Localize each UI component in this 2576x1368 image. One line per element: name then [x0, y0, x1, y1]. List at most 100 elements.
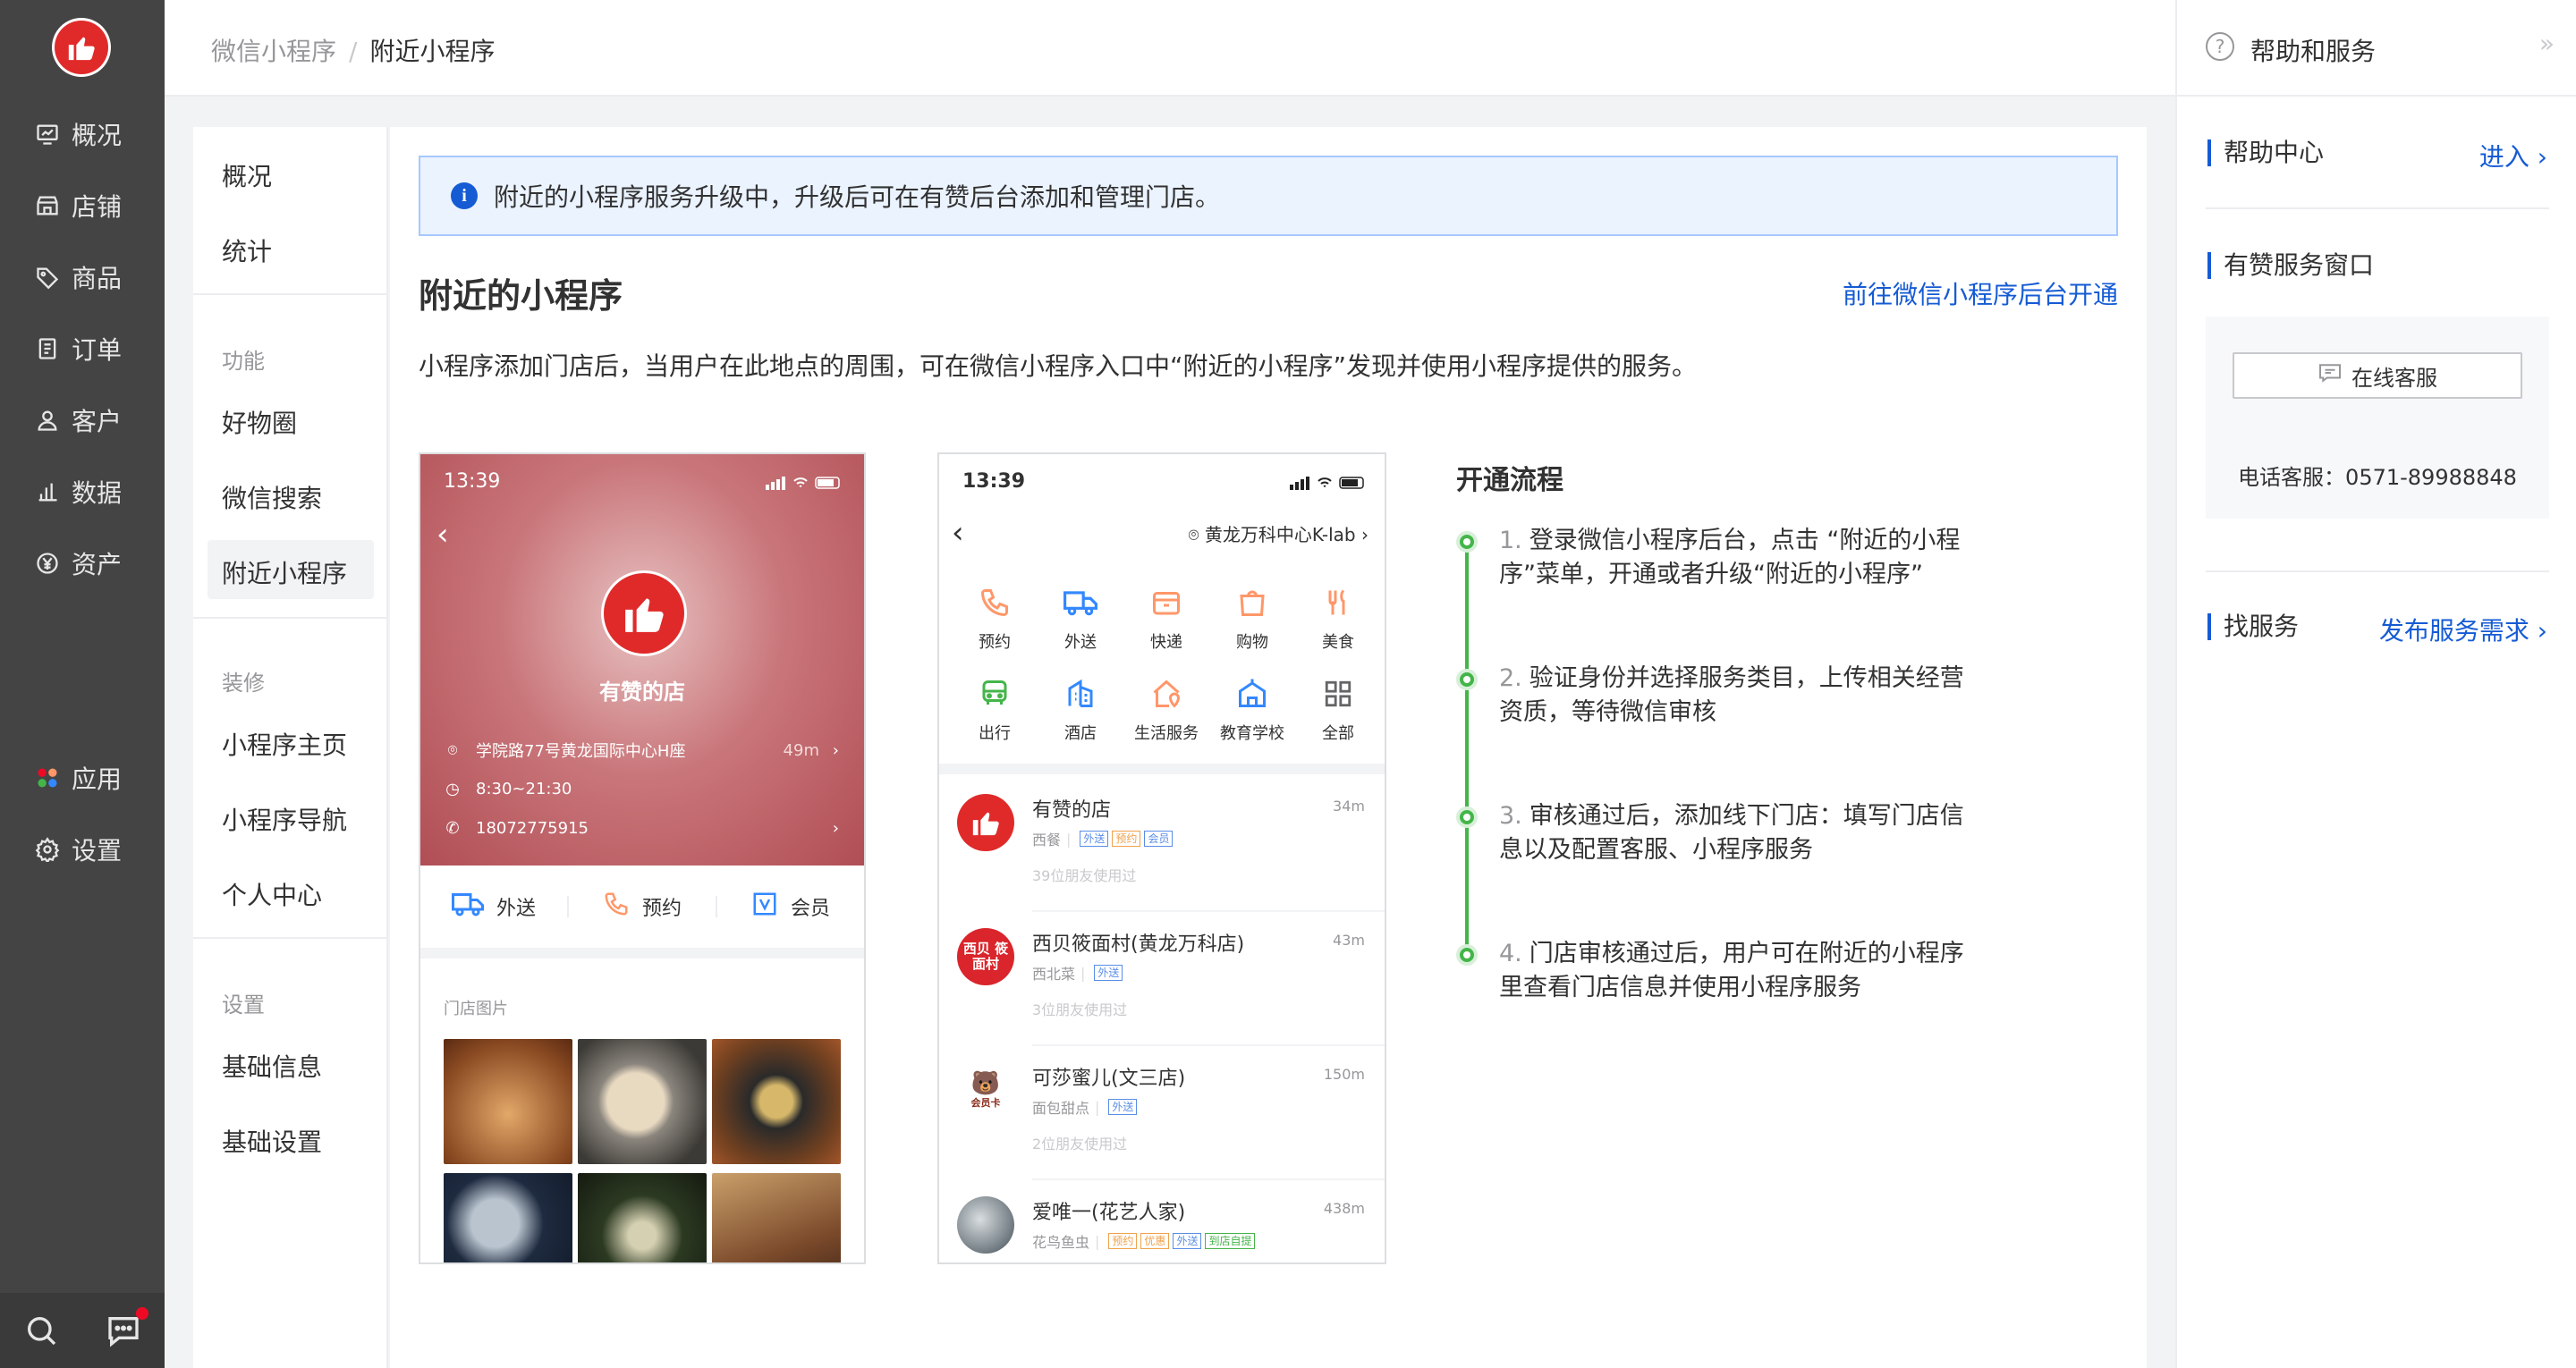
- category-life-service[interactable]: 生活服务: [1123, 674, 1209, 744]
- category-food[interactable]: 美食: [1295, 583, 1381, 653]
- shop-name: 可莎蜜儿(文三店): [1032, 1068, 1186, 1090]
- help-center-title: 帮助中心: [2207, 139, 2324, 166]
- grid-icon: [1295, 674, 1381, 714]
- nav-item-data[interactable]: 数据: [0, 465, 165, 519]
- store-address: 学院路77号黄龙国际中心H座: [476, 742, 686, 761]
- store-hours: 8:30~21:30: [476, 780, 572, 798]
- step-description: 审核通过后，添加线下门店：填写门店信息以及配置客服、小程序服务: [1499, 802, 1964, 864]
- phone-icon: ✆: [445, 819, 460, 838]
- clock-icon: ◷: [445, 780, 460, 798]
- status-time: 13:39: [444, 470, 501, 493]
- nav-item-label: 设置: [72, 836, 123, 866]
- message-icon[interactable]: [104, 1307, 148, 1348]
- nav-item-goods[interactable]: 商品: [0, 250, 165, 304]
- category-reserve[interactable]: 预约: [952, 583, 1038, 653]
- online-service-button[interactable]: 在线客服: [2233, 352, 2522, 399]
- store-photo[interactable]: [578, 1173, 707, 1262]
- store-phone-row[interactable]: ✆ 18072775915 ›: [444, 819, 843, 838]
- store-address-row[interactable]: ⌾ 学院路77号黄龙国际中心H座 49m ›: [444, 739, 843, 762]
- category-label: 出行: [979, 724, 1011, 743]
- nav-item-assets[interactable]: 资产: [0, 536, 165, 590]
- subnav-item-homepage[interactable]: 小程序主页: [222, 726, 347, 762]
- category-delivery[interactable]: 外送: [1038, 583, 1123, 653]
- logo[interactable]: [52, 18, 111, 77]
- nav-item-customers[interactable]: 客户: [0, 393, 165, 447]
- store-photo[interactable]: [578, 1039, 707, 1164]
- service-phone: 电话客服：0571-89988848: [2238, 465, 2517, 490]
- current-location[interactable]: ⌾ 黄龙万科中心K-lab ›: [1189, 520, 1368, 546]
- store-photo[interactable]: [444, 1173, 572, 1262]
- category-all[interactable]: 全部: [1295, 674, 1381, 744]
- phone-icon: [603, 891, 630, 923]
- nav-item-apps[interactable]: 应用: [0, 751, 165, 805]
- list-item[interactable]: 🐻 会员卡 可莎蜜儿(文三店) 150m 面包甜点 | 外送 2位朋友使用过: [939, 1046, 1385, 1180]
- nearby-list-preview: 13:39 ‹ ⌾ 黄龙万科中心K-lab › 预约 外送 快递 购物 美食 出…: [937, 452, 1386, 1264]
- nav-item-store[interactable]: 店铺: [0, 179, 165, 232]
- nav-item-overview[interactable]: 概况: [0, 107, 165, 161]
- category-travel[interactable]: 出行: [952, 674, 1038, 744]
- nav-item-label: 数据: [72, 478, 123, 508]
- subnav-item-overview[interactable]: 概况: [222, 157, 272, 193]
- subnav-group-features: 功能: [222, 349, 265, 374]
- store-actions: 外送 预约 会员: [420, 866, 864, 958]
- open-in-wechat-link[interactable]: 前往微信小程序后台开通: [1843, 275, 2118, 311]
- shop-meta: 西北菜 | 外送: [1032, 962, 1123, 984]
- shop-distance: 438m: [1323, 1200, 1365, 1217]
- divider: [2206, 207, 2549, 209]
- subnav-item-basic-settings[interactable]: 基础设置: [222, 1123, 322, 1159]
- subnav-item-stats[interactable]: 统计: [222, 232, 272, 268]
- avatar: [957, 794, 1014, 851]
- back-icon[interactable]: ‹: [952, 515, 964, 551]
- back-icon[interactable]: ‹: [436, 517, 449, 553]
- list-item[interactable]: 有赞的店 34m 西餐 | 外送 预约 会员 39位朋友使用过: [939, 778, 1385, 912]
- nav-item-settings[interactable]: 设置: [0, 823, 165, 876]
- link-label: 进入: [2479, 142, 2529, 172]
- store-photos-title: 门店图片: [444, 1000, 508, 1018]
- store-photo[interactable]: [712, 1173, 841, 1262]
- help-center-link[interactable]: 进入 ›: [2479, 138, 2547, 173]
- category-hotel[interactable]: 酒店: [1038, 674, 1123, 744]
- search-icon[interactable]: [21, 1313, 61, 1348]
- action-reserve[interactable]: 预约: [569, 891, 716, 923]
- category-label: 酒店: [1064, 724, 1097, 743]
- subnav-item-haowuquan[interactable]: 好物圈: [222, 404, 297, 440]
- chevron-right-icon: ›: [832, 819, 839, 838]
- action-member[interactable]: 会员: [717, 891, 864, 923]
- publish-service-link[interactable]: 发布服务需求 ›: [2379, 612, 2547, 647]
- nav-item-orders[interactable]: 订单: [0, 322, 165, 376]
- button-label: 在线客服: [2351, 365, 2437, 391]
- step-dot: [1456, 806, 1478, 828]
- collapse-icon[interactable]: »: [2539, 29, 2555, 58]
- subnav-item-basic-info[interactable]: 基础信息: [222, 1048, 322, 1084]
- step-description: 验证身份并选择服务类目，上传相关经营资质，等待微信审核: [1499, 664, 1964, 726]
- thumbs-up-icon: [55, 21, 108, 74]
- list-item[interactable]: 西贝 筱面村 西贝筱面村(黄龙万科店) 43m 西北菜 | 外送 3位朋友使用过: [939, 912, 1385, 1046]
- nav-item-label: 概况: [72, 121, 123, 150]
- subnav-item-wechat-search[interactable]: 微信搜索: [222, 479, 322, 515]
- shop-tag: 外送: [1094, 965, 1123, 981]
- subnav-item-user-center[interactable]: 个人中心: [222, 876, 322, 912]
- subnav-item-navigation[interactable]: 小程序导航: [222, 801, 347, 837]
- nav-item-label: 商品: [72, 264, 123, 293]
- shop-tag: 外送: [1173, 1233, 1202, 1249]
- store-photo[interactable]: [444, 1039, 572, 1164]
- subnav-item-nearby[interactable]: 附近小程序: [222, 554, 347, 590]
- nav-item-label: 资产: [72, 550, 123, 579]
- category-express[interactable]: 快递: [1123, 583, 1209, 653]
- category-education[interactable]: 教育学校: [1209, 674, 1295, 744]
- store-distance: 49m: [783, 740, 819, 760]
- breadcrumb-parent[interactable]: 微信小程序: [211, 37, 336, 66]
- avatar: [957, 1196, 1014, 1254]
- shop-name: 有赞的店: [1032, 799, 1112, 822]
- action-delivery[interactable]: 外送: [420, 891, 567, 923]
- shop-name: 西贝筱面村(黄龙万科店): [1032, 933, 1245, 956]
- location-pin-icon: ⌾: [1188, 524, 1205, 545]
- category-shopping[interactable]: 购物: [1209, 583, 1295, 653]
- shop-category: 西餐: [1032, 832, 1062, 849]
- member-card-icon: [751, 891, 778, 923]
- shop-friends: 39位朋友使用过: [1032, 867, 1137, 884]
- store-photo[interactable]: [712, 1039, 841, 1164]
- store-hours-row: ◷ 8:30~21:30: [444, 780, 572, 798]
- top-bar: 微信小程序 / 附近小程序: [165, 0, 2175, 97]
- list-item[interactable]: 爱唯一(花艺人家) 438m 花鸟鱼虫 | 预约 优惠 外送 到店自提: [939, 1180, 1385, 1262]
